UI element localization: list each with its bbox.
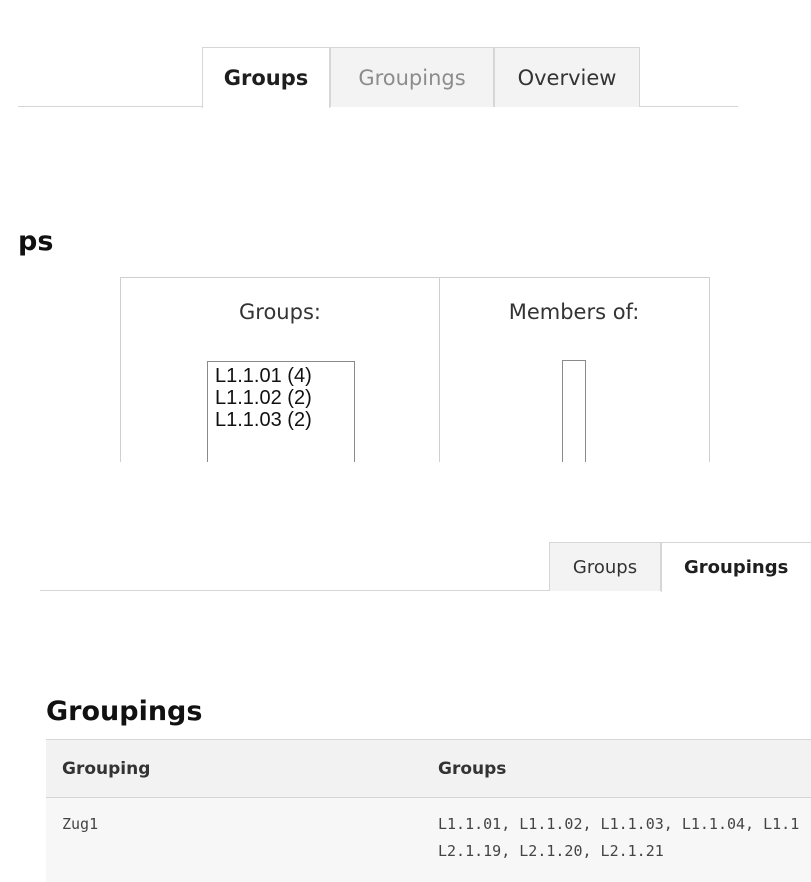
page-heading: ps (18, 226, 54, 257)
tab-groupings[interactable]: Groupings (661, 542, 811, 592)
tab-overview[interactable]: Overview (494, 47, 640, 107)
page-title: Groupings (46, 696, 203, 727)
table-row: Zug1 L1.1.01, L1.1.02, L1.1.03, L1.1.04,… (46, 798, 811, 882)
groupings-table: Grouping Groups Zug1 L1.1.01, L1.1.02, L… (46, 739, 811, 882)
column-header-groups[interactable]: Groups (438, 759, 506, 779)
tab-groupings[interactable]: Groupings (330, 47, 494, 107)
groups-tab-panel: Groups Groupings Overview ps Groups: Mem… (0, 0, 811, 462)
column-header-grouping[interactable]: Grouping (62, 759, 150, 779)
panel-separator (0, 462, 811, 466)
group-option[interactable]: L1.1.02 (2) (215, 387, 354, 409)
groups-cell-line: L2.1.19, L2.1.20, L2.1.21 (438, 842, 664, 860)
members-select-list[interactable] (562, 360, 586, 462)
members-of-label: Members of: (508, 300, 640, 324)
groups-cell: L1.1.01, L1.1.02, L1.1.03, L1.1.04, L1.1… (438, 811, 799, 865)
group-option[interactable]: L1.1.03 (2) (215, 409, 354, 431)
tab-groups[interactable]: Groups (202, 47, 330, 108)
group-option[interactable]: L1.1.01 (4) (215, 365, 354, 387)
groups-label: Groups: (239, 300, 321, 324)
groups-members-box: Groups: Members of: L1.1.01 (4) L1.1.02 … (120, 277, 710, 462)
table-header: Grouping Groups (46, 740, 811, 798)
groups-select-list[interactable]: L1.1.01 (4) L1.1.02 (2) L1.1.03 (2) (207, 361, 355, 462)
tab-groups[interactable]: Groups (549, 542, 661, 591)
groupings-tab-panel: Groups Groupings Groupings Grouping Grou… (0, 462, 811, 882)
groups-cell-line: L1.1.01, L1.1.02, L1.1.03, L1.1.04, L1.1 (438, 815, 800, 833)
grouping-name-cell[interactable]: Zug1 (62, 811, 98, 838)
